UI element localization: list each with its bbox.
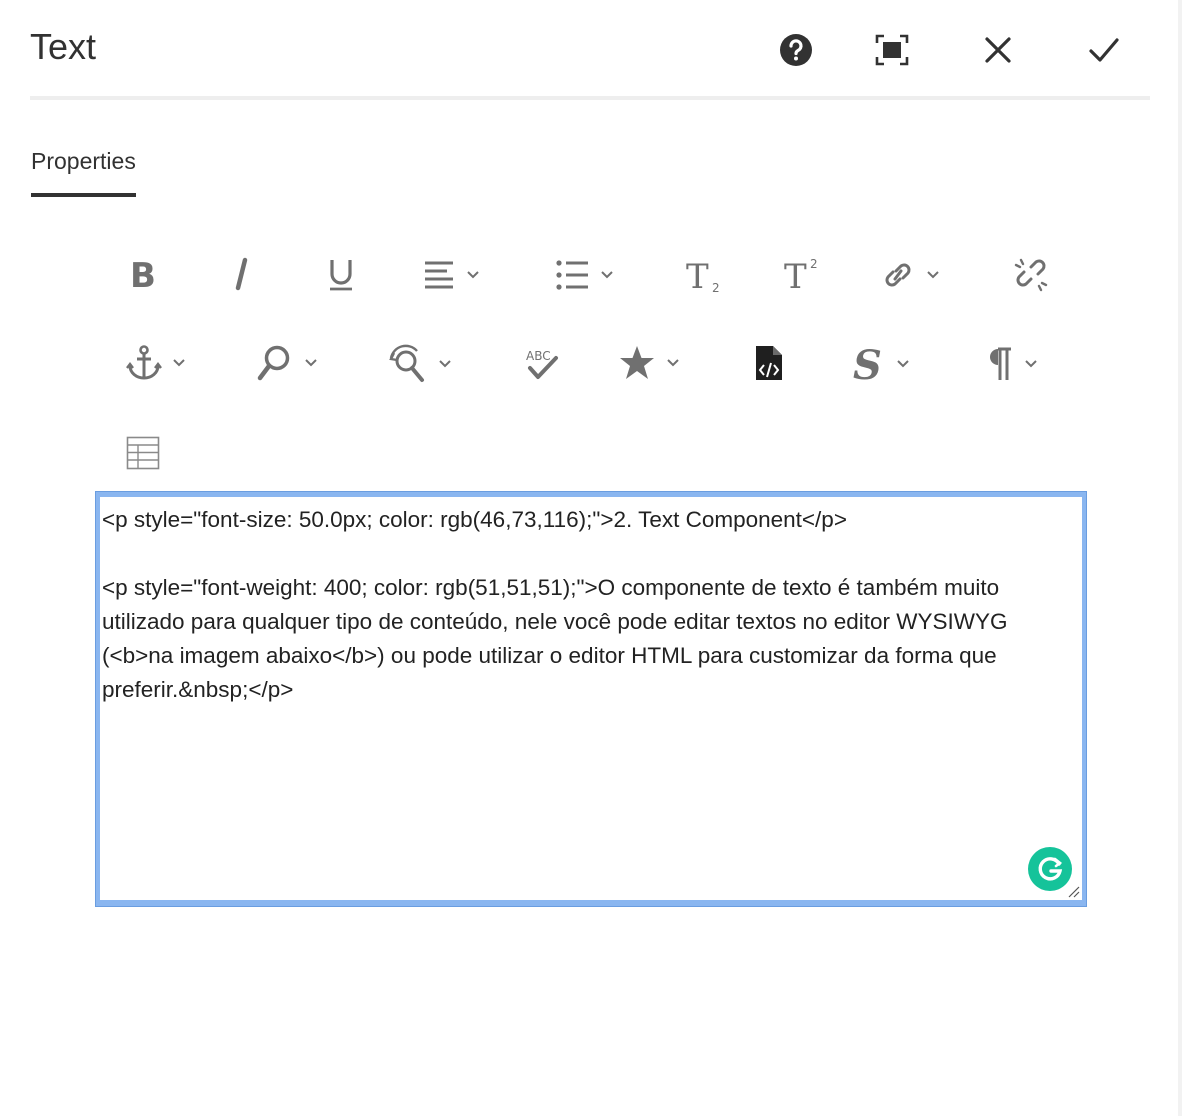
chevron-down-icon: [897, 360, 909, 368]
unlink-button[interactable]: [1012, 256, 1050, 294]
chevron-down-icon: [667, 359, 679, 367]
subscript-icon: T 2: [686, 257, 720, 296]
text-dialog: Text Properties B T 2 T 2 ABC S <p style…: [0, 0, 1180, 1116]
window-edge: [1178, 0, 1182, 1116]
subscript-button[interactable]: T 2: [684, 256, 724, 296]
superscript-icon: T 2: [784, 257, 818, 294]
svg-text:ABC: ABC: [526, 349, 551, 363]
svg-text:B: B: [130, 256, 156, 292]
source-edit-button[interactable]: [754, 344, 784, 382]
styles-button[interactable]: S: [852, 344, 910, 384]
svg-text:2: 2: [712, 281, 720, 295]
find-button[interactable]: [256, 344, 318, 382]
superscript-button[interactable]: T 2: [782, 254, 822, 294]
unlink-icon: [1014, 258, 1048, 292]
chevron-down-icon: [439, 360, 451, 368]
chevron-down-icon: [173, 359, 185, 367]
svg-text:S: S: [853, 344, 882, 384]
find-icon: [257, 345, 290, 381]
replace-button[interactable]: [388, 344, 452, 384]
spellcheck-icon: ABC: [526, 349, 558, 379]
chevron-down-icon: [601, 271, 613, 279]
source-edit-icon: [756, 346, 782, 380]
resize-handle[interactable]: [1066, 884, 1080, 898]
list-icon: [556, 260, 588, 290]
paragraph-button[interactable]: [984, 346, 1038, 382]
paragraph-icon: [990, 347, 1011, 380]
italic-button[interactable]: [228, 256, 254, 292]
html-source-editor[interactable]: <p style="font-size: 50.0px; color: rgb(…: [95, 491, 1087, 907]
anchor-button[interactable]: [126, 344, 186, 382]
list-button[interactable]: [554, 258, 614, 292]
underline-button[interactable]: [326, 256, 356, 294]
bold-icon: B: [130, 256, 156, 292]
editor-content[interactable]: <p style="font-size: 50.0px; color: rgb(…: [102, 503, 1062, 707]
align-button[interactable]: [422, 258, 480, 292]
anchor-icon: [126, 345, 162, 380]
chevron-down-icon: [927, 271, 939, 279]
special-chars-button[interactable]: [618, 344, 680, 382]
table-icon: [126, 436, 160, 470]
underline-icon: [330, 260, 352, 291]
link-button[interactable]: [880, 258, 940, 292]
replace-icon: [389, 344, 424, 382]
table-button[interactable]: [126, 436, 160, 470]
bold-button[interactable]: B: [128, 256, 158, 292]
styles-icon: S: [853, 344, 882, 384]
chevron-down-icon: [1025, 360, 1037, 368]
link-icon: [885, 263, 911, 287]
chevron-down-icon: [305, 359, 317, 367]
italic-icon: [235, 257, 248, 291]
svg-text:T: T: [686, 257, 709, 296]
chevron-down-icon: [467, 271, 479, 279]
grammarly-icon: [1038, 857, 1063, 881]
svg-text:2: 2: [810, 257, 818, 271]
spellcheck-button[interactable]: ABC: [522, 346, 562, 382]
svg-text:T: T: [784, 257, 807, 294]
align-icon: [425, 261, 453, 289]
rte-toolbar: B T 2 T 2 ABC S: [0, 0, 1180, 480]
star-icon: [620, 346, 654, 379]
